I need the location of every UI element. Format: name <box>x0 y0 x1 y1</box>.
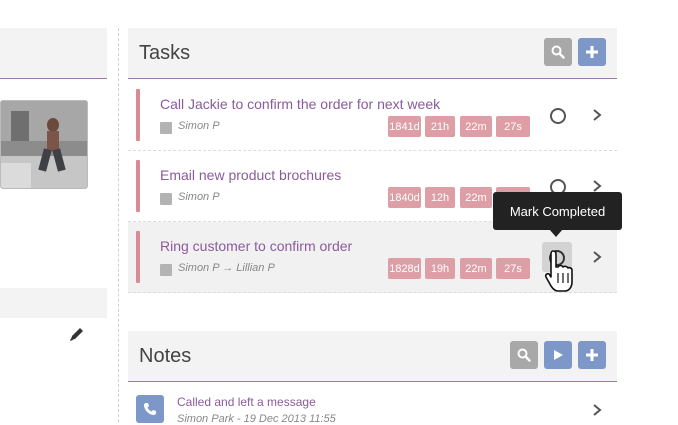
priority-bar <box>136 231 140 283</box>
notes-search-button[interactable] <box>510 341 538 369</box>
circle-icon[interactable] <box>550 108 566 124</box>
task-title[interactable]: Email new product brochures <box>160 167 341 183</box>
timer-days: 1840d <box>388 187 421 208</box>
notes-panel-title: Notes <box>139 345 192 367</box>
tooltip: Mark Completed <box>493 192 622 230</box>
tooltip-arrow <box>549 229 563 237</box>
assignee-checkbox[interactable] <box>160 122 172 134</box>
notes-panel-header: Notes <box>128 331 617 382</box>
chevron-right-icon[interactable] <box>590 107 604 123</box>
task-row[interactable]: Call Jackie to confirm the order for nex… <box>128 80 617 151</box>
plus-icon <box>586 349 598 361</box>
tasks-panel-title: Tasks <box>139 42 191 64</box>
timer-seconds: 27s <box>496 116 530 137</box>
phone-icon <box>136 395 164 423</box>
assignee-checkbox[interactable] <box>160 193 172 205</box>
search-icon <box>551 45 565 59</box>
play-icon <box>554 350 563 360</box>
timer-minutes: 22m <box>460 258 492 279</box>
timer-days: 1828d <box>388 258 421 279</box>
timer-days: 1841d <box>388 116 421 137</box>
task-assignee: Simon P → Lillian P <box>178 262 275 274</box>
plus-icon <box>586 46 598 58</box>
left-panel-header <box>0 28 107 79</box>
priority-bar <box>136 160 140 212</box>
pencil-icon[interactable] <box>67 324 87 344</box>
column-divider <box>118 28 119 422</box>
left-panel-band <box>0 288 107 318</box>
timer-hours: 12h <box>425 187 455 208</box>
timer-hours: 21h <box>425 116 455 137</box>
notes-add-button[interactable] <box>578 341 606 369</box>
tasks-search-button[interactable] <box>544 38 572 66</box>
priority-bar <box>136 89 140 141</box>
timer-minutes: 22m <box>460 187 492 208</box>
timer-minutes: 22m <box>460 116 492 137</box>
hand-cursor-icon <box>544 250 573 292</box>
note-meta: Simon Park - 19 Dec 2013 11:55 <box>177 413 336 425</box>
task-assignee: Simon P <box>178 191 220 203</box>
note-title[interactable]: Called and left a message <box>177 395 316 409</box>
search-icon <box>517 348 531 362</box>
task-assignee: Simon P <box>178 120 220 132</box>
timer-hours: 19h <box>425 258 455 279</box>
contact-photo[interactable] <box>0 100 88 189</box>
notes-play-button[interactable] <box>544 341 572 369</box>
tasks-add-button[interactable] <box>578 38 606 66</box>
chevron-right-icon[interactable] <box>590 249 604 265</box>
tasks-panel-header: Tasks <box>128 28 617 79</box>
task-title[interactable]: Ring customer to confirm order <box>160 238 352 254</box>
timer-seconds: 27s <box>496 258 530 279</box>
tooltip-text: Mark Completed <box>509 203 606 219</box>
task-title[interactable]: Call Jackie to confirm the order for nex… <box>160 96 440 112</box>
assignee-checkbox[interactable] <box>160 264 172 276</box>
chevron-right-icon[interactable] <box>590 402 604 418</box>
